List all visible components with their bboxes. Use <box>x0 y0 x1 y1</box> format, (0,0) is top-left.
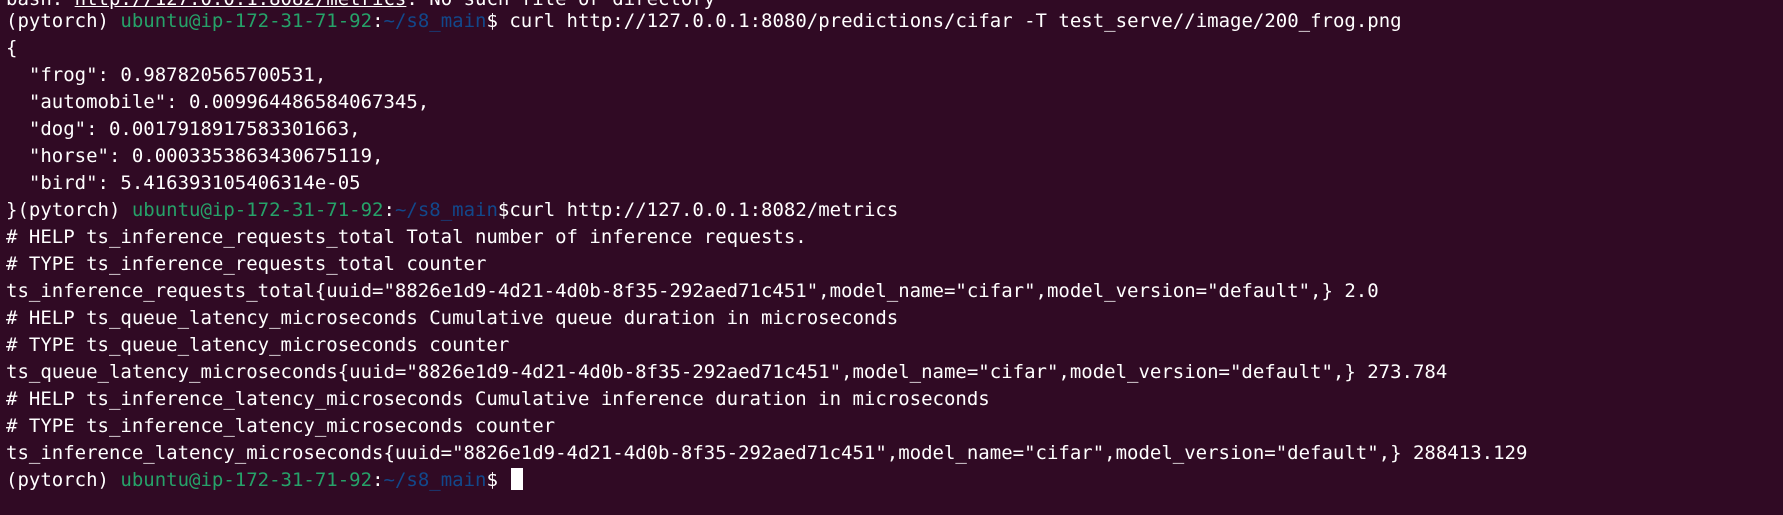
json-close-brace: } <box>6 199 18 221</box>
prompt-path: ~/s8_main <box>394 199 498 221</box>
prompt-dollar: $ <box>497 199 510 221</box>
metrics-line: # HELP ts_inference_latency_microseconds… <box>6 388 990 410</box>
prompt-user-host: ubuntu@ip-172-31-71-92 <box>120 469 373 491</box>
prompt-colon: : <box>372 10 384 32</box>
json-line: "frog": 0.987820565700531, <box>6 64 327 86</box>
metrics-line: # HELP ts_queue_latency_microseconds Cum… <box>6 307 899 329</box>
command-line-metrics: }(pytorch) ubuntu@ip-172-31-71-92:~/s8_m… <box>6 197 898 224</box>
prompt-env: (pytorch) <box>17 199 132 221</box>
metrics-line: ts_inference_requests_total{uuid="8826e1… <box>6 280 1379 302</box>
metrics-line: # TYPE ts_inference_latency_microseconds… <box>6 415 556 437</box>
metrics-line: # HELP ts_inference_requests_total Total… <box>6 226 807 248</box>
prompt-dollar: $ <box>486 469 510 491</box>
prompt-path: ~/s8_main <box>383 10 487 32</box>
prompt-colon: : <box>372 469 384 491</box>
command-text: curl http://127.0.0.1:8080/predictions/c… <box>497 10 1402 32</box>
json-line: "dog": 0.0017918917583301663, <box>6 118 361 140</box>
prompt-env: (pytorch) <box>6 10 121 32</box>
terminal-window[interactable]: bash: http://127.0.0.1:8082/metrics: No … <box>0 0 1783 515</box>
command-text: curl http://127.0.0.1:8082/metrics <box>509 199 899 221</box>
metrics-line: # TYPE ts_queue_latency_microseconds cou… <box>6 334 510 356</box>
metrics-line: ts_queue_latency_microseconds{uuid="8826… <box>6 361 1448 383</box>
text-cursor[interactable] <box>511 468 524 490</box>
json-line: "horse": 0.0003353863430675119, <box>6 145 384 167</box>
prompt-user-host: ubuntu@ip-172-31-71-92 <box>120 10 373 32</box>
prompt-dollar: $ <box>486 10 498 32</box>
json-open-brace: { <box>6 37 18 59</box>
json-line: "bird": 5.416393105406314e-05 <box>6 172 361 194</box>
prompt-user-host: ubuntu@ip-172-31-71-92 <box>131 199 384 221</box>
prompt-env: (pytorch) <box>6 469 121 491</box>
prompt-colon: : <box>383 199 395 221</box>
json-line: "automobile": 0.009964486584067345, <box>6 91 430 113</box>
prompt-path: ~/s8_main <box>383 469 487 491</box>
active-prompt-line[interactable]: (pytorch) ubuntu@ip-172-31-71-92:~/s8_ma… <box>6 467 524 494</box>
metrics-line: ts_inference_latency_microseconds{uuid="… <box>6 442 1528 464</box>
command-line-predictions: (pytorch) ubuntu@ip-172-31-71-92:~/s8_ma… <box>6 8 1402 35</box>
metrics-line: # TYPE ts_inference_requests_total count… <box>6 253 487 275</box>
